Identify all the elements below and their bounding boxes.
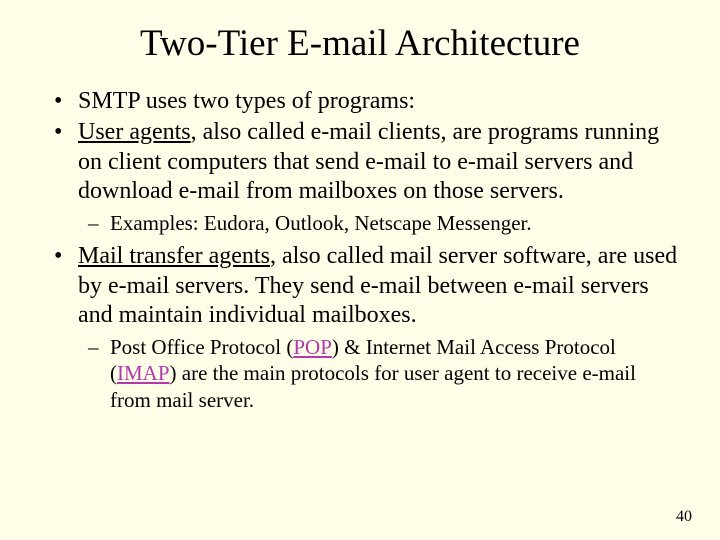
sub-list: Examples: Eudora, Outlook, Netscape Mess… xyxy=(78,210,680,236)
list-item: Post Office Protocol (POP) & Internet Ma… xyxy=(110,334,680,413)
sub-bullet-text: Post Office Protocol ( xyxy=(110,335,293,359)
list-item: SMTP uses two types of programs: xyxy=(78,87,680,116)
bullet-list: SMTP uses two types of programs: User ag… xyxy=(40,87,680,413)
term-mail-transfer-agents: Mail transfer agents xyxy=(78,243,270,269)
link-imap[interactable]: IMAP xyxy=(117,361,170,385)
sub-bullet-text: Examples: Eudora, Outlook, Netscape Mess… xyxy=(110,211,532,235)
list-item: User agents, also called e-mail clients,… xyxy=(78,118,680,236)
list-item: Examples: Eudora, Outlook, Netscape Mess… xyxy=(110,210,680,236)
sub-list: Post Office Protocol (POP) & Internet Ma… xyxy=(78,334,680,413)
bullet-text: SMTP uses two types of programs: xyxy=(78,88,415,114)
term-user-agents: User agents xyxy=(78,119,191,145)
link-pop[interactable]: POP xyxy=(293,335,332,359)
sub-bullet-text: ) are the main protocols for user agent … xyxy=(110,361,636,411)
list-item: Mail transfer agents, also called mail s… xyxy=(78,242,680,413)
slide-title: Two-Tier E-mail Architecture xyxy=(40,22,680,65)
page-number: 40 xyxy=(676,508,692,526)
